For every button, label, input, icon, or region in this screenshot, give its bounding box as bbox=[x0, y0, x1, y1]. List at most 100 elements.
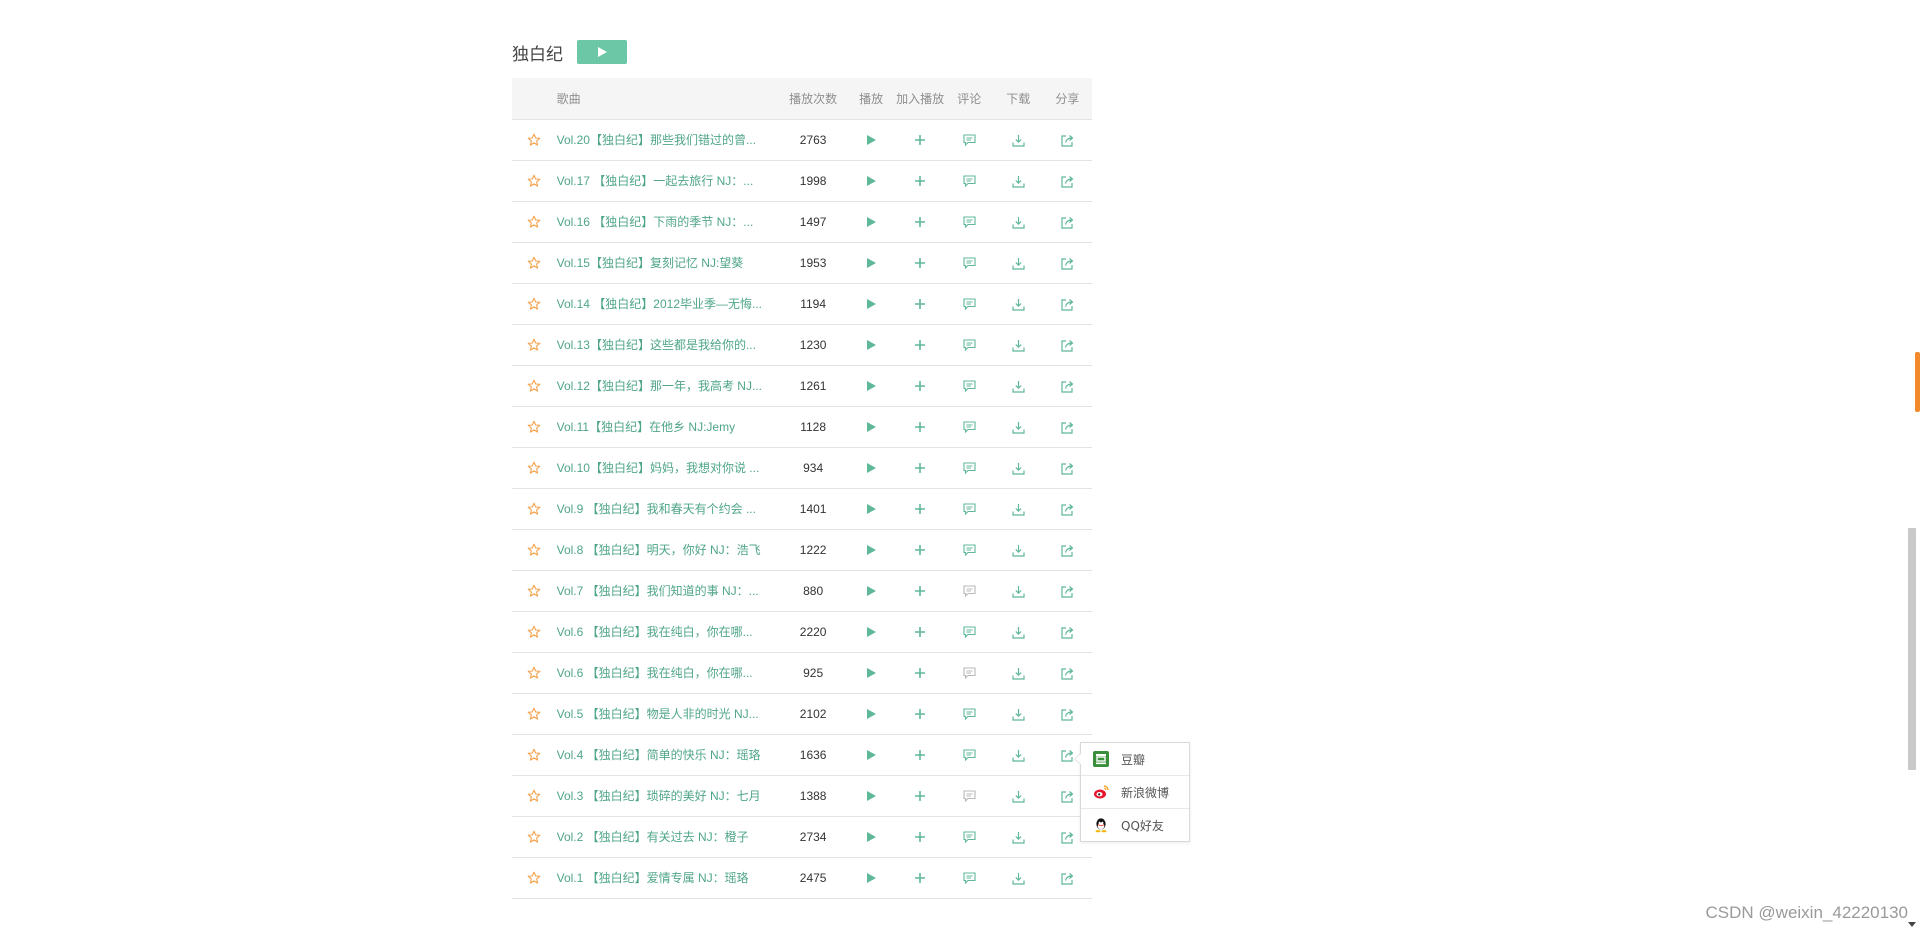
play-icon[interactable] bbox=[866, 421, 877, 433]
add-to-playlist-icon[interactable] bbox=[914, 749, 926, 761]
favorite-star-icon[interactable] bbox=[527, 707, 541, 721]
favorite-star-icon[interactable] bbox=[527, 789, 541, 803]
favorite-star-icon[interactable] bbox=[527, 625, 541, 639]
comment-icon[interactable] bbox=[963, 380, 976, 392]
download-icon[interactable] bbox=[1012, 585, 1025, 598]
play-icon[interactable] bbox=[866, 790, 877, 802]
favorite-star-icon[interactable] bbox=[527, 543, 541, 557]
download-icon[interactable] bbox=[1012, 831, 1025, 844]
favorite-star-icon[interactable] bbox=[527, 338, 541, 352]
song-title-link[interactable]: Vol.15【独白纪】复刻记忆 NJ:望葵 bbox=[557, 242, 780, 283]
download-icon[interactable] bbox=[1012, 175, 1025, 188]
share-icon[interactable] bbox=[1061, 831, 1074, 844]
share-icon[interactable] bbox=[1061, 872, 1074, 885]
add-to-playlist-icon[interactable] bbox=[914, 585, 926, 597]
play-icon[interactable] bbox=[866, 626, 877, 638]
download-icon[interactable] bbox=[1012, 134, 1025, 147]
play-icon[interactable] bbox=[866, 462, 877, 474]
comment-icon[interactable] bbox=[963, 544, 976, 556]
play-icon[interactable] bbox=[866, 585, 877, 597]
download-icon[interactable] bbox=[1012, 503, 1025, 516]
download-icon[interactable] bbox=[1012, 421, 1025, 434]
share-weibo[interactable]: 新浪微博 bbox=[1081, 776, 1189, 808]
share-icon[interactable] bbox=[1061, 749, 1074, 762]
favorite-star-icon[interactable] bbox=[527, 461, 541, 475]
comment-icon[interactable] bbox=[963, 708, 976, 720]
download-icon[interactable] bbox=[1012, 790, 1025, 803]
favorite-star-icon[interactable] bbox=[527, 420, 541, 434]
download-icon[interactable] bbox=[1012, 380, 1025, 393]
download-icon[interactable] bbox=[1012, 298, 1025, 311]
share-icon[interactable] bbox=[1061, 790, 1074, 803]
song-title-link[interactable]: Vol.6 【独白纪】我在纯白，你在哪... bbox=[557, 611, 780, 652]
favorite-star-icon[interactable] bbox=[527, 830, 541, 844]
comment-icon[interactable] bbox=[963, 216, 976, 228]
favorite-star-icon[interactable] bbox=[527, 871, 541, 885]
favorite-star-icon[interactable] bbox=[527, 748, 541, 762]
song-title-link[interactable]: Vol.16 【独白纪】下雨的季节 NJ：... bbox=[557, 201, 780, 242]
add-to-playlist-icon[interactable] bbox=[914, 626, 926, 638]
play-icon[interactable] bbox=[866, 339, 877, 351]
add-to-playlist-icon[interactable] bbox=[914, 872, 926, 884]
add-to-playlist-icon[interactable] bbox=[914, 544, 926, 556]
share-icon[interactable] bbox=[1061, 503, 1074, 516]
share-icon[interactable] bbox=[1061, 339, 1074, 352]
song-title-link[interactable]: Vol.10【独白纪】妈妈，我想对你说 ... bbox=[557, 447, 780, 488]
play-icon[interactable] bbox=[866, 831, 877, 843]
comment-icon[interactable] bbox=[963, 503, 976, 515]
download-icon[interactable] bbox=[1012, 667, 1025, 680]
share-icon[interactable] bbox=[1061, 462, 1074, 475]
share-icon[interactable] bbox=[1061, 216, 1074, 229]
download-icon[interactable] bbox=[1012, 544, 1025, 557]
share-icon[interactable] bbox=[1061, 708, 1074, 721]
play-icon[interactable] bbox=[866, 380, 877, 392]
song-title-link[interactable]: Vol.8 【独白纪】明天，你好 NJ：浩飞 bbox=[557, 529, 780, 570]
share-icon[interactable] bbox=[1061, 544, 1074, 557]
play-all-button[interactable] bbox=[577, 40, 627, 64]
scrollbar[interactable] bbox=[1903, 0, 1920, 931]
comment-icon[interactable] bbox=[963, 790, 976, 802]
share-icon[interactable] bbox=[1061, 257, 1074, 270]
add-to-playlist-icon[interactable] bbox=[914, 421, 926, 433]
add-to-playlist-icon[interactable] bbox=[914, 503, 926, 515]
add-to-playlist-icon[interactable] bbox=[914, 708, 926, 720]
scrollbar-thumb[interactable] bbox=[1908, 528, 1916, 770]
share-icon[interactable] bbox=[1061, 667, 1074, 680]
favorite-star-icon[interactable] bbox=[527, 215, 541, 229]
comment-icon[interactable] bbox=[963, 462, 976, 474]
song-title-link[interactable]: Vol.7 【独白纪】我们知道的事 NJ：... bbox=[557, 570, 780, 611]
add-to-playlist-icon[interactable] bbox=[914, 462, 926, 474]
share-icon[interactable] bbox=[1061, 421, 1074, 434]
comment-icon[interactable] bbox=[963, 134, 976, 146]
play-icon[interactable] bbox=[866, 708, 877, 720]
download-icon[interactable] bbox=[1012, 216, 1025, 229]
comment-icon[interactable] bbox=[963, 257, 976, 269]
download-icon[interactable] bbox=[1012, 257, 1025, 270]
play-icon[interactable] bbox=[866, 216, 877, 228]
add-to-playlist-icon[interactable] bbox=[914, 175, 926, 187]
song-title-link[interactable]: Vol.6 【独白纪】我在纯白，你在哪... bbox=[557, 652, 780, 693]
share-icon[interactable] bbox=[1061, 134, 1074, 147]
favorite-star-icon[interactable] bbox=[527, 379, 541, 393]
download-icon[interactable] bbox=[1012, 749, 1025, 762]
favorite-star-icon[interactable] bbox=[527, 502, 541, 516]
share-icon[interactable] bbox=[1061, 585, 1074, 598]
song-title-link[interactable]: Vol.1 【独白纪】爱情专属 NJ：瑶珞 bbox=[557, 857, 780, 898]
favorite-star-icon[interactable] bbox=[527, 584, 541, 598]
comment-icon[interactable] bbox=[963, 667, 976, 679]
add-to-playlist-icon[interactable] bbox=[914, 134, 926, 146]
add-to-playlist-icon[interactable] bbox=[914, 667, 926, 679]
play-icon[interactable] bbox=[866, 872, 877, 884]
download-icon[interactable] bbox=[1012, 462, 1025, 475]
share-qq[interactable]: QQ好友 bbox=[1081, 809, 1189, 841]
song-title-link[interactable]: Vol.2 【独白纪】有关过去 NJ：橙子 bbox=[557, 816, 780, 857]
comment-icon[interactable] bbox=[963, 339, 976, 351]
song-title-link[interactable]: Vol.9 【独白纪】我和春天有个约会 ... bbox=[557, 488, 780, 529]
add-to-playlist-icon[interactable] bbox=[914, 216, 926, 228]
play-icon[interactable] bbox=[866, 503, 877, 515]
comment-icon[interactable] bbox=[963, 626, 976, 638]
favorite-star-icon[interactable] bbox=[527, 133, 541, 147]
favorite-star-icon[interactable] bbox=[527, 256, 541, 270]
add-to-playlist-icon[interactable] bbox=[914, 380, 926, 392]
song-title-link[interactable]: Vol.17 【独白纪】一起去旅行 NJ：... bbox=[557, 160, 780, 201]
